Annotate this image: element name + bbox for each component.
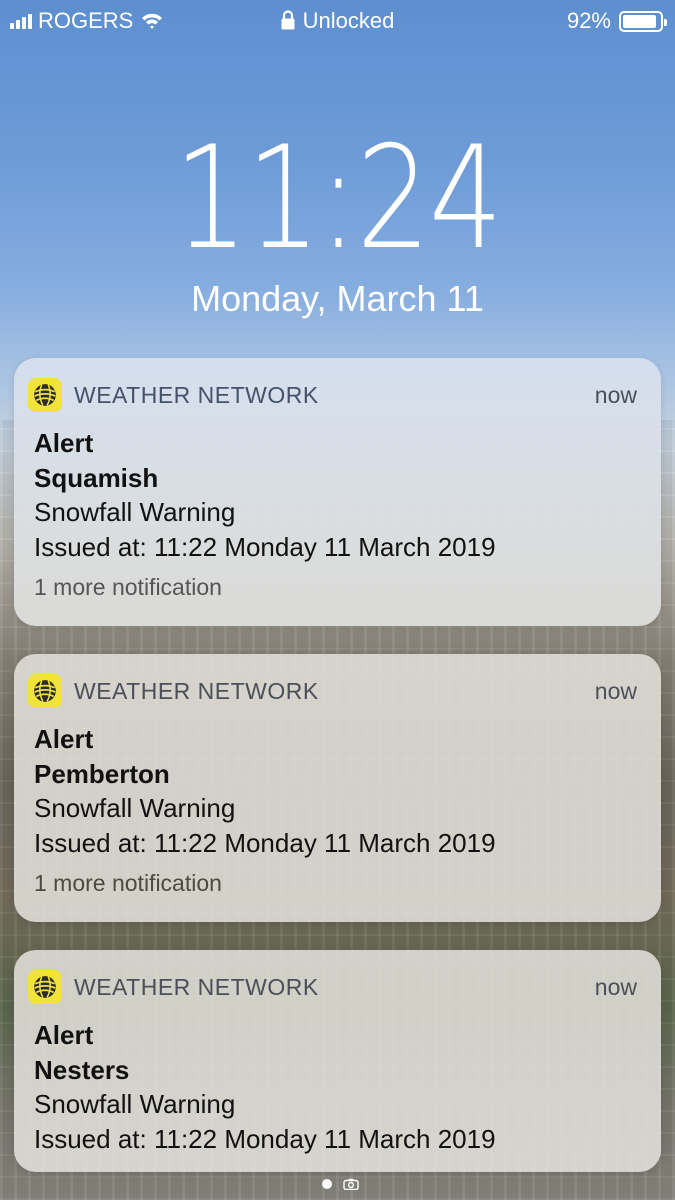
notification-app-name: WEATHER NETWORK [74,381,319,408]
notification-time: now [594,381,637,408]
notification-card[interactable]: WEATHER NETWORK now Alert Pemberton Snow… [14,654,661,922]
notification-location: Nesters [34,1054,130,1085]
notification-location: Pemberton [34,758,170,789]
camera-icon[interactable] [343,1178,359,1190]
lock-icon [281,10,295,30]
notification-message: Snowfall Warning [34,793,236,823]
notification-issued: Issued at: 11:22 Monday 11 March 2019 [34,827,496,858]
page-indicator [0,1176,675,1194]
notification-card[interactable]: WEATHER NETWORK now Alert Nesters Snowfa… [14,950,661,1172]
notification-message: Snowfall Warning [34,1089,236,1119]
notification-app-name: WEATHER NETWORK [74,973,319,1000]
lock-status: Unlocked [302,8,395,33]
notification-card[interactable]: WEATHER NETWORK now Alert Squamish Snowf… [14,358,661,626]
notification-time: now [594,973,637,1000]
battery-icon [619,10,667,32]
weather-network-globe-icon [28,378,62,412]
battery-percent: 92% [566,8,611,33]
notification-time: now [594,677,637,704]
notification-message: Snowfall Warning [34,497,236,527]
notification-title: Alert [34,428,94,458]
more-notifications-link[interactable]: 1 more notification [34,574,222,601]
page-dot-active [322,1179,333,1189]
lock-screen-date: Monday, March 11 [191,278,484,319]
notification-issued: Issued at: 11:22 Monday 11 March 2019 [34,1123,496,1154]
notification-title: Alert [34,724,94,754]
notification-app-name: WEATHER NETWORK [74,677,319,704]
weather-network-globe-icon [28,970,62,1004]
status-bar: ROGERS Unlocked 92% [0,0,675,40]
weather-network-globe-icon [28,674,62,708]
notification-issued: Issued at: 11:22 Monday 11 March 2019 [34,531,496,562]
notification-title: Alert [34,1020,94,1050]
more-notifications-link[interactable]: 1 more notification [34,870,222,897]
notification-location: Squamish [34,462,159,493]
lock-screen-time: 11:24 [173,116,503,281]
